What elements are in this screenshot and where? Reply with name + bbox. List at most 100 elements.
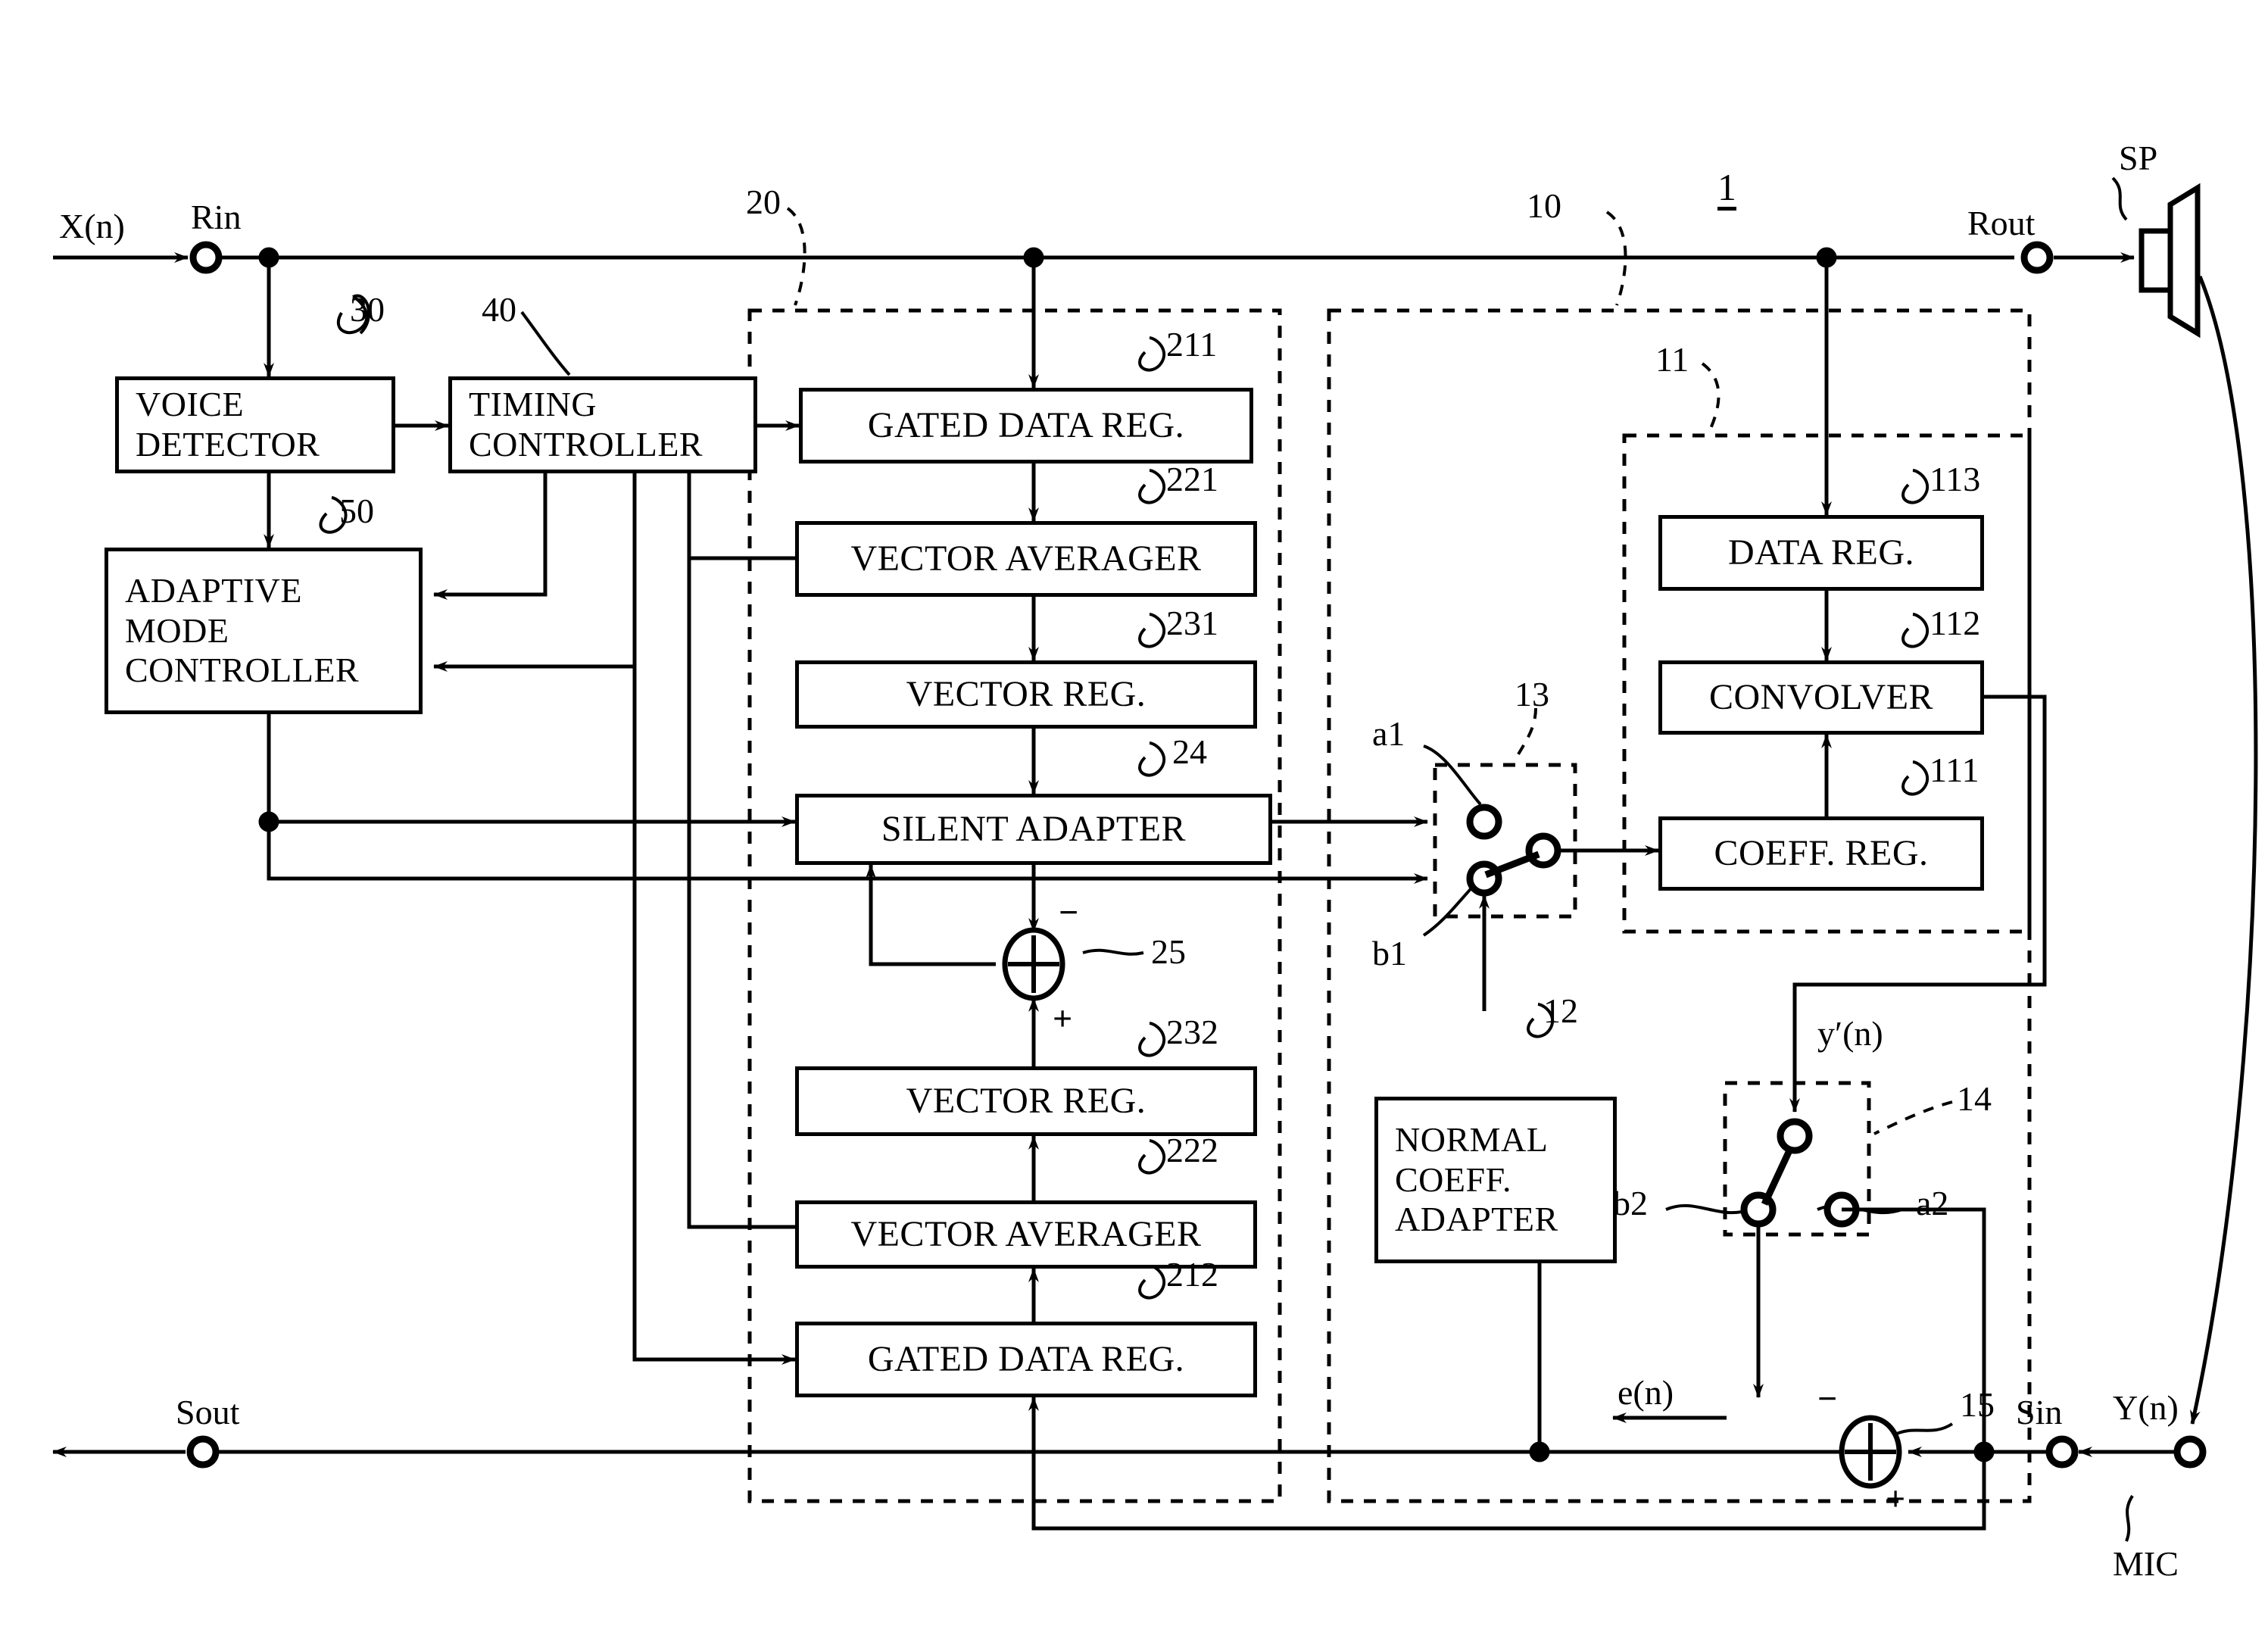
label-mic: MIC xyxy=(2113,1544,2179,1583)
block-gated-data-reg-211[interactable]: GATED DATA REG. xyxy=(799,388,1253,464)
leader-13 xyxy=(1513,707,1537,762)
leader-232 xyxy=(1138,1022,1166,1057)
label-ref-222: 222 xyxy=(1166,1131,1218,1169)
block-normal-coeff-adapter-line-3: ADAPTER xyxy=(1395,1200,1558,1239)
switch13-terminal-a1 xyxy=(1466,804,1502,840)
block-vector-averager-221-label: VECTOR AVERAGER xyxy=(850,538,1202,579)
wire-timing-to-adaptive-mode-1 xyxy=(433,473,548,600)
block-normal-coeff-adapter[interactable]: NORMAL COEFF. ADAPTER xyxy=(1374,1097,1617,1263)
label-switch-terminal-a2: a2 xyxy=(1916,1184,1949,1222)
label-ref-20: 20 xyxy=(746,183,781,221)
label-ref-212: 212 xyxy=(1166,1255,1218,1294)
label-ref-211: 211 xyxy=(1166,325,1218,364)
leader-11 xyxy=(1701,362,1720,431)
label-y-prime-signal: y′(n) xyxy=(1817,1014,1883,1053)
label-ref-111: 111 xyxy=(1930,751,1979,789)
leader-25 xyxy=(1082,948,1144,956)
block-silent-adapter-24[interactable]: SILENT ADAPTER xyxy=(795,794,1272,865)
adder-25-symbol xyxy=(1002,927,1065,1001)
label-sout-port: Sout xyxy=(176,1393,240,1431)
leader-24 xyxy=(1138,741,1166,777)
block-adaptive-mode-controller[interactable]: ADAPTIVE MODE CONTROLLER xyxy=(105,548,423,714)
block-vector-averager-222-label: VECTOR AVERAGER xyxy=(850,1214,1202,1255)
block-voice-detector-line-1: VOICE xyxy=(136,385,245,424)
wire-timing-tap-to-gated-data-reg-212 xyxy=(632,666,796,1365)
block-convolver-112-label: CONVOLVER xyxy=(1708,677,1934,718)
leader-15 xyxy=(1892,1422,1954,1437)
label-sin-port: Sin xyxy=(2016,1393,2063,1431)
leader-sp xyxy=(2111,176,2128,221)
leader-mic xyxy=(2125,1494,2134,1542)
block-adaptive-mode-controller-line-1: ADAPTIVE xyxy=(125,570,302,610)
switch14-pole xyxy=(1777,1118,1813,1154)
block-voice-detector[interactable]: VOICE DETECTOR xyxy=(115,376,395,473)
label-ref-113: 113 xyxy=(1930,460,1981,498)
label-ref-15: 15 xyxy=(1960,1385,1995,1424)
label-ref-30: 30 xyxy=(350,290,385,329)
block-data-reg-113[interactable]: DATA REG. xyxy=(1658,515,1984,591)
label-ref-25: 25 xyxy=(1151,932,1186,971)
wire-timing-tap-to-vector-averager-222 xyxy=(687,558,795,1229)
label-error-signal: e(n) xyxy=(1618,1373,1674,1412)
leader-112 xyxy=(1901,613,1930,648)
label-switch-terminal-a1: a1 xyxy=(1372,714,1405,753)
label-ref-40: 40 xyxy=(482,290,516,329)
label-overall-ref-1: 1 xyxy=(1717,166,1736,208)
block-gated-data-reg-212[interactable]: GATED DATA REG. xyxy=(795,1322,1257,1397)
label-rout-port: Rout xyxy=(1967,204,2036,242)
block-vector-reg-232[interactable]: VECTOR REG. xyxy=(795,1066,1257,1136)
block-vector-reg-231[interactable]: VECTOR REG. xyxy=(795,660,1257,729)
block-data-reg-113-label: DATA REG. xyxy=(1728,532,1914,573)
leader-222 xyxy=(1138,1139,1166,1175)
block-vector-reg-231-label: VECTOR REG. xyxy=(906,674,1146,715)
leader-a1 xyxy=(1423,744,1482,806)
leader-113 xyxy=(1901,469,1930,504)
block-adaptive-mode-controller-line-2: MODE xyxy=(125,610,229,650)
block-timing-controller[interactable]: TIMING CONTROLLER xyxy=(448,376,757,473)
leader-221 xyxy=(1138,469,1166,504)
leader-b2 xyxy=(1665,1203,1752,1215)
block-gated-data-reg-211-label: GATED DATA REG. xyxy=(867,405,1185,446)
patent-figure-canvas: VOICE DETECTOR TIMING CONTROLLER ADAPTIV… xyxy=(0,0,2268,1645)
block-adaptive-mode-controller-line-3: CONTROLLER xyxy=(125,651,360,690)
wire-timing-tap-to-vector-averager-221 xyxy=(687,473,795,560)
label-rin-port: Rin xyxy=(191,198,242,236)
adder-15-plus-sign: + xyxy=(1886,1479,1906,1518)
block-coeff-reg-111-label: COEFF. REG. xyxy=(1714,833,1929,874)
label-ref-221: 221 xyxy=(1166,460,1218,498)
port-rout xyxy=(2020,241,2054,274)
block-voice-detector-line-2: DETECTOR xyxy=(136,425,320,464)
label-ref-50: 50 xyxy=(339,492,374,530)
adder-15-symbol xyxy=(1839,1415,1902,1489)
block-normal-coeff-adapter-line-1: NORMAL xyxy=(1395,1119,1549,1159)
port-sin xyxy=(2045,1435,2079,1469)
block-silent-adapter-24-label: SILENT ADAPTER xyxy=(881,809,1187,850)
label-sp-speaker: SP xyxy=(2119,139,2158,177)
switch13-pole xyxy=(1525,832,1561,869)
label-ref-112: 112 xyxy=(1930,604,1981,642)
acoustic-echo-path xyxy=(2190,276,2258,1425)
block-convolver-112[interactable]: CONVOLVER xyxy=(1658,660,1984,735)
speaker-cone xyxy=(2167,183,2201,339)
block-coeff-reg-111[interactable]: COEFF. REG. xyxy=(1658,816,1984,891)
label-ref-11: 11 xyxy=(1655,340,1689,379)
speaker-body xyxy=(2139,228,2173,293)
label-ref-12: 12 xyxy=(1543,991,1578,1030)
label-ref-24: 24 xyxy=(1172,732,1207,771)
port-sout xyxy=(186,1435,220,1469)
block-gated-data-reg-212-label: GATED DATA REG. xyxy=(867,1339,1185,1380)
adder-25-plus-sign: + xyxy=(1053,999,1073,1038)
label-y-input-signal: Y(n) xyxy=(2113,1388,2179,1427)
leader-40 xyxy=(520,311,571,376)
label-switch-terminal-b1: b1 xyxy=(1372,934,1407,972)
port-mic-terminal xyxy=(2173,1435,2207,1469)
leader-14 xyxy=(1873,1100,1953,1135)
adder-15-minus-sign: − xyxy=(1817,1379,1838,1418)
switch14-blade xyxy=(1761,1147,1794,1206)
adder-25-minus-sign: − xyxy=(1059,893,1079,932)
label-ref-232: 232 xyxy=(1166,1013,1218,1051)
leader-111 xyxy=(1901,760,1930,796)
label-ref-13: 13 xyxy=(1515,675,1549,713)
block-normal-coeff-adapter-line-2: COEFF. xyxy=(1395,1160,1511,1199)
block-vector-averager-221[interactable]: VECTOR AVERAGER xyxy=(795,521,1257,597)
